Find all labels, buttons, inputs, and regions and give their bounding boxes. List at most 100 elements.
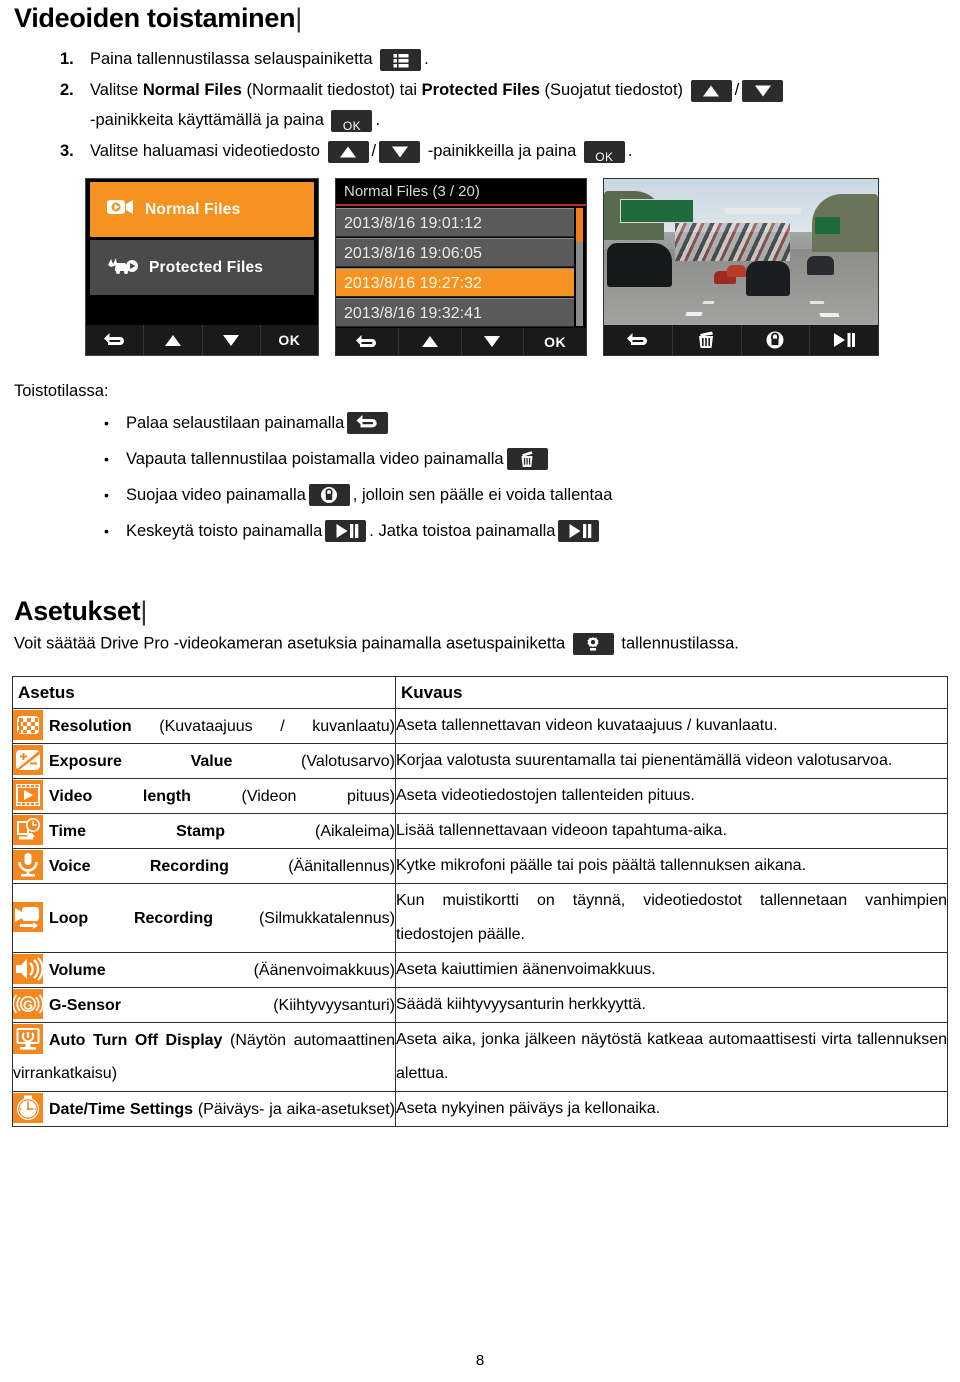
display-power-icon xyxy=(13,1024,43,1054)
table-row: Date/Time Settings (Päiväys- ja aika-ase… xyxy=(12,1091,948,1127)
setting-name: Volume xyxy=(49,961,106,979)
setting-description-cell: Aseta kaiuttimien äänenvoimakkuus. xyxy=(395,952,948,988)
time-stamp-icon xyxy=(13,814,43,845)
bullet-text-mid: . Jatka toistoa painamalla xyxy=(369,521,556,540)
setting-translation: (Valotusarvo) xyxy=(301,752,395,770)
table-row: Volume (Äänenvoimakkuus) Aseta kaiuttimi… xyxy=(12,952,948,988)
arrow-up-icon xyxy=(144,325,203,355)
list-icon xyxy=(380,48,422,71)
arrow-up-icon xyxy=(399,328,462,355)
setting-name: Loop Recording xyxy=(49,909,214,927)
back-icon xyxy=(336,328,399,355)
setting-translation: (Äänitallennus) xyxy=(288,857,395,875)
list-item: 2013/8/16 19:32:41 xyxy=(336,298,574,327)
arrow-down-icon xyxy=(462,328,525,355)
setting-description-cell: Aseta videotiedostojen tallenteiden pitu… xyxy=(395,778,948,814)
bullet-dot: • xyxy=(104,451,109,467)
lock-icon xyxy=(742,325,811,355)
bullet-delete-video: • Vapauta tallennustilaa poistamalla vid… xyxy=(104,441,612,477)
settings-intro-post: tallennustilassa. xyxy=(621,634,739,653)
table-row: Exposure Value (Valotusarvo) Korjaa valo… xyxy=(12,743,948,779)
screenshot-navbar: OK xyxy=(336,328,586,355)
setting-name: Voice Recording xyxy=(49,857,229,875)
ok-icon: OK xyxy=(583,140,625,164)
setting-name-cell: Voice Recording (Äänitallennus) xyxy=(12,848,396,884)
menu-item-label: Normal Files xyxy=(145,200,241,218)
play-pause-icon xyxy=(325,520,367,542)
setting-name-cell: Time Stamp (Aikaleima) xyxy=(12,813,396,849)
setting-name-cell: Video length (Videon pituus) xyxy=(12,778,396,814)
step-3-text-pre: Valitse haluamasi videotiedosto xyxy=(90,142,320,160)
setting-translation: (Kuvataajuus / kuvanlaatu) xyxy=(159,717,395,735)
step-3-separator: / xyxy=(371,142,377,160)
step-3-text-mid: -painikkeilla ja paina xyxy=(427,142,577,160)
back-icon xyxy=(604,325,673,355)
play-pause-icon xyxy=(810,325,878,355)
ok-label: OK xyxy=(544,333,567,350)
bullet-text: Palaa selaustilaan painamalla xyxy=(126,413,345,432)
step-1-text: Paina tallennustilassa selauspainiketta xyxy=(90,50,373,68)
playback-mode-label: Toistotilassa: xyxy=(14,382,109,400)
device-screenshots: Normal Files Protected Files OK Normal F… xyxy=(85,178,879,356)
trash-icon xyxy=(506,448,548,470)
ok-label: OK xyxy=(595,149,614,164)
step-3-body: Valitse haluamasi videotiedosto / -paini… xyxy=(90,136,960,166)
arrow-down-icon xyxy=(379,140,421,163)
play-pause-icon xyxy=(558,520,600,542)
step-2-separator: / xyxy=(734,81,740,99)
video-preview-image xyxy=(604,179,878,325)
settings-intro-pre: Voit säätää Drive Pro -videokameran aset… xyxy=(14,634,566,653)
setting-name-cell: Auto Turn Off Display (Näytön automaatti… xyxy=(12,1022,396,1092)
table-row: Resolution (Kuvataajuus / kuvanlaatu) As… xyxy=(12,708,948,744)
step-2-text-mid2: (Suojatut tiedostot) xyxy=(539,81,684,99)
settings-intro: Voit säätää Drive Pro -videokameran aset… xyxy=(14,633,739,655)
page-title-settings-text: Asetukset xyxy=(14,596,141,626)
table-header-row: Asetus Kuvaus xyxy=(12,676,948,709)
table-row: Loop Recording (Silmukkatalennus) Kun mu… xyxy=(12,883,948,953)
table-row: G G-Sensor (Kiihtyvyysanturi) Säädä kiih… xyxy=(12,987,948,1023)
setting-name-cell: Date/Time Settings (Päiväys- ja aika-ase… xyxy=(12,1091,396,1127)
step-2-number: 2. xyxy=(60,81,74,99)
bullet-text: Keskeytä toisto painamalla xyxy=(126,521,323,540)
menu-item-label: Protected Files xyxy=(149,258,264,276)
lock-icon xyxy=(308,484,350,506)
list-item-selected: 2013/8/16 19:27:32 xyxy=(336,268,574,297)
step-1-number: 1. xyxy=(60,50,74,68)
playback-mode-bullets: • Palaa selaustilaan painamalla • Vapaut… xyxy=(104,405,612,549)
setting-name-cell: G G-Sensor (Kiihtyvyysanturi) xyxy=(12,987,396,1023)
setting-description-cell: Lisää tallennettavaan videoon tapahtuma-… xyxy=(395,813,948,849)
setting-description-cell: Säädä kiihtyvyysanturin herkkyyttä. xyxy=(395,987,948,1023)
back-icon xyxy=(86,325,145,355)
resolution-icon xyxy=(13,709,43,740)
step-2-text-pre: Valitse xyxy=(90,81,143,99)
setting-description-cell: Aseta aika, jonka jälkeen näytöstä katke… xyxy=(395,1022,948,1092)
scrollbar-thumb xyxy=(576,208,583,242)
arrow-down-icon xyxy=(742,79,784,102)
page-title-settings: Asetukset| xyxy=(14,596,147,627)
bullet-dot: • xyxy=(104,415,109,431)
column-header-description: Kuvaus xyxy=(395,676,948,709)
screenshot-navbar: OK xyxy=(86,325,318,355)
bullet-dot: • xyxy=(104,487,109,503)
column-header-setting: Asetus xyxy=(12,676,396,709)
arrow-up-icon xyxy=(327,140,369,163)
screenshot-video-playback xyxy=(603,178,879,356)
settings-table: Asetus Kuvaus Resolution (Kuvataajuus / … xyxy=(12,676,948,1127)
setting-translation: (Aikaleima) xyxy=(314,822,395,840)
step-1-body: Paina tallennustilassa selauspainiketta … xyxy=(90,44,960,74)
setting-description-cell: Aseta tallennettavan videon kuvataajuus … xyxy=(395,708,948,744)
step-3-period: . xyxy=(627,142,633,160)
setting-description-cell: Aseta nykyinen päiväys ja kellonaika. xyxy=(395,1091,948,1127)
page-title-playback-text: Videoiden toistaminen xyxy=(14,3,296,33)
list-item: 2013/8/16 19:01:12 xyxy=(336,208,574,237)
back-icon xyxy=(347,412,389,434)
bullet-dot: • xyxy=(104,523,109,539)
setting-name: Auto Turn Off Display xyxy=(49,1032,223,1049)
setting-name-cell: Resolution (Kuvataajuus / kuvanlaatu) xyxy=(12,708,396,744)
bullet-text: Vapauta tallennustilaa poistamalla video… xyxy=(126,449,504,468)
step-3: 3. Valitse haluamasi videotiedosto / -pa… xyxy=(60,136,960,166)
step-1: 1. Paina tallennustilassa selauspainiket… xyxy=(60,44,960,74)
setting-translation: (Äänenvoimakkuus) xyxy=(253,961,395,979)
setting-name: Video length xyxy=(49,787,191,805)
bullet-pause-resume: • Keskeytä toisto painamalla . Jatka toi… xyxy=(104,513,612,549)
